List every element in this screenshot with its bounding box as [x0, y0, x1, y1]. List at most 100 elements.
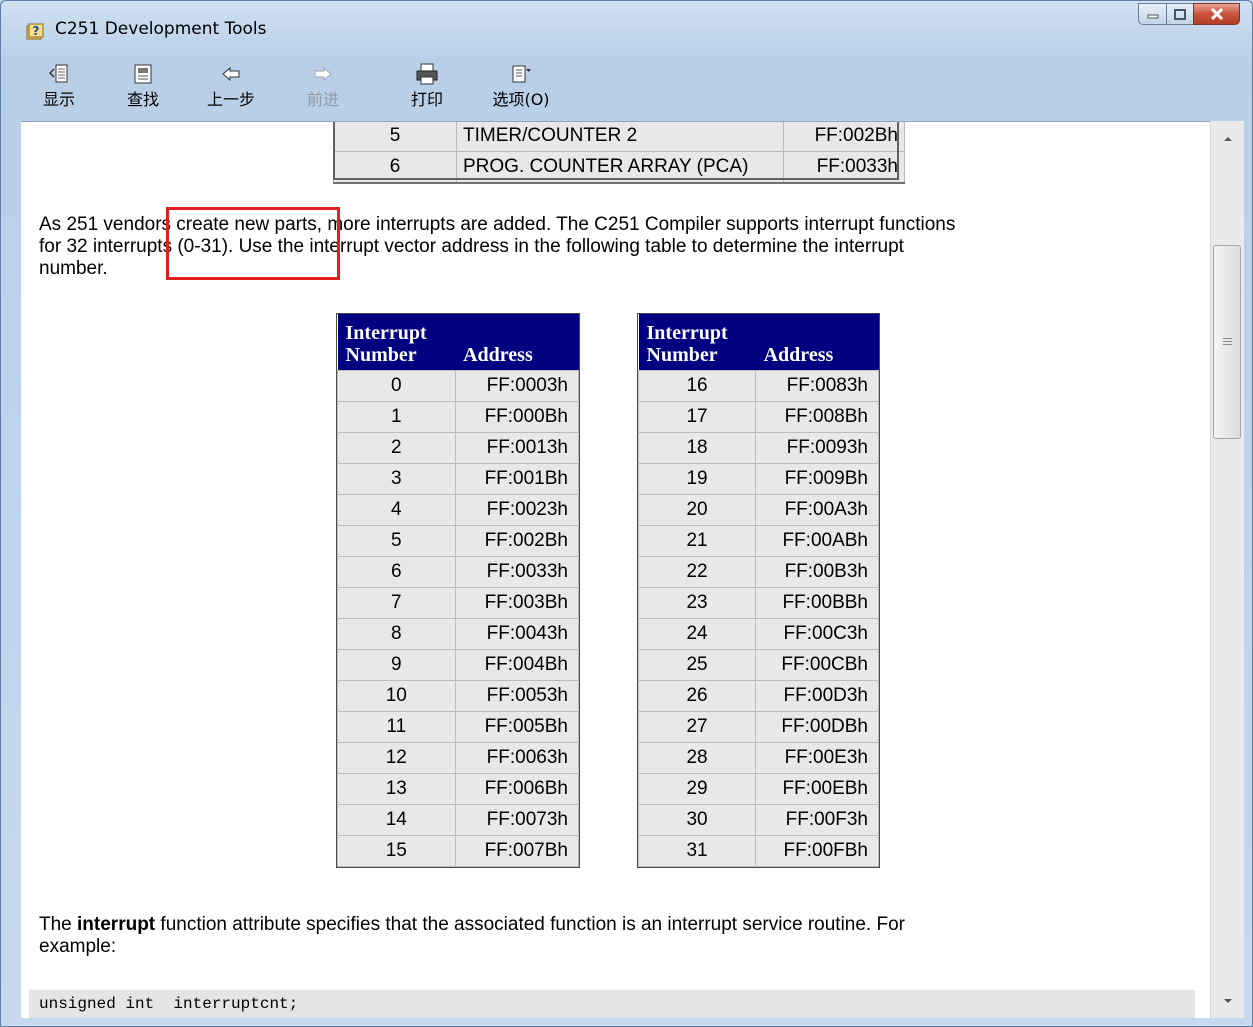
vector-address-cell: FF:00F3h [755, 804, 879, 836]
scroll-up-arrow-icon[interactable] [1223, 135, 1233, 143]
table-row: 30 FF:00F3h [637, 804, 879, 836]
interrupt-number-cell: 9 [337, 649, 456, 681]
table-row: 19 FF:009Bh [637, 463, 879, 495]
interrupt-number-cell: 30 [637, 804, 757, 836]
close-button[interactable] [1193, 3, 1240, 25]
toolbar-back-button[interactable]: 上一步 [201, 59, 261, 121]
table-row: 29 FF:00EBh [637, 773, 879, 805]
interrupt-number-cell: 25 [637, 649, 757, 681]
table-row: 9 FF:004Bh [337, 649, 580, 681]
interrupt-number-cell: 3 [337, 463, 456, 495]
table-row: 18 FF:0093h [637, 432, 879, 464]
vector-address-cell: FF:0073h [454, 804, 580, 836]
table-row: 6 FF:0033h [337, 556, 580, 588]
toolbar: 显示 查找 上一步 前进 打印 选项(O) [29, 59, 1252, 121]
vector-address-cell: FF:008Bh [755, 401, 879, 433]
table-row: 5 FF:002Bh [337, 525, 580, 557]
interrupt-number-cell: 2 [337, 432, 456, 464]
interrupt-number-cell: 16 [637, 370, 757, 402]
minimize-button[interactable] [1138, 3, 1166, 25]
vector-address-cell: FF:0033h [454, 556, 580, 588]
vector-address-cell: FF:0053h [454, 680, 580, 712]
table-row: 6 PROG. COUNTER ARRAY (PCA) FF:0033h [333, 151, 905, 184]
vector-address-cell: FF:00CBh [755, 649, 879, 681]
interrupt-number-cell: 17 [637, 401, 757, 433]
maximize-button[interactable] [1166, 3, 1193, 25]
toolbar-label: 显示 [42, 90, 75, 109]
table-row: 17 FF:008Bh [637, 401, 879, 433]
table-row: 5 TIMER/COUNTER 2 FF:002Bh [333, 122, 905, 152]
close-icon [1210, 8, 1223, 20]
toolbar-label: 查找 [126, 90, 159, 109]
vector-address-cell: FF:00C3h [755, 618, 879, 650]
vector-address-cell: FF:00B3h [755, 556, 879, 588]
table-header-row: Interrupt Number Address [638, 314, 879, 371]
toolbar-options-button[interactable]: 选项(O) [485, 59, 557, 121]
interrupt-number-cell: 31 [637, 835, 757, 867]
options-icon [512, 65, 531, 83]
vector-address-cell: FF:0063h [454, 742, 580, 774]
column-header-address: Address [755, 314, 879, 371]
help-window: ? C251 Development Tools 显示 查找 上一步 前进 打印… [0, 0, 1253, 1027]
table-cell: FF:002Bh [783, 122, 905, 152]
table-row: 25 FF:00CBh [637, 649, 879, 681]
interrupt-number-cell: 18 [637, 432, 757, 464]
table-row: 3 FF:001Bh [337, 463, 580, 495]
vector-address-cell: FF:00E3h [755, 742, 879, 774]
interrupt-number-cell: 23 [637, 587, 757, 619]
interrupt-number-cell: 1 [337, 401, 456, 433]
keyword-interrupt: interrupt [77, 914, 156, 935]
table-row: 7 FF:003Bh [337, 587, 580, 619]
column-header-address: Address [455, 314, 579, 371]
toolbar-label: 前进 [306, 90, 339, 109]
vector-address-cell: FF:0093h [755, 432, 879, 464]
vector-address-cell: FF:005Bh [454, 711, 580, 743]
table-row: 31 FF:00FBh [637, 835, 879, 867]
scroll-down-arrow-icon[interactable] [1223, 997, 1233, 1005]
column-header-number: Interrupt Number [337, 314, 456, 371]
interrupt-number-cell: 7 [337, 587, 456, 619]
toolbar-find-button[interactable]: 查找 [113, 59, 173, 121]
interrupt-number-cell: 15 [337, 835, 456, 867]
window-controls [1138, 3, 1240, 27]
title-bar[interactable]: ? C251 Development Tools [1, 1, 1252, 59]
vector-address-cell: FF:00ABh [755, 525, 879, 557]
table-row: 8 FF:0043h [337, 618, 580, 650]
table-row: 15 FF:007Bh [337, 835, 580, 867]
interrupt-number-cell: 12 [337, 742, 456, 774]
svg-text:?: ? [33, 24, 40, 38]
vector-address-cell: FF:007Bh [454, 835, 580, 867]
column-header-number: Interrupt Number [638, 314, 756, 371]
vector-address-cell: FF:002Bh [454, 525, 580, 557]
table-row: 23 FF:00BBh [637, 587, 879, 619]
table-cell: 5 [333, 122, 457, 152]
toolbar-show-button[interactable]: 显示 [29, 59, 89, 121]
table-header-row: Interrupt Number Address [337, 314, 579, 371]
interrupt-table-right: Interrupt Number Address 16 FF:0083h 17 FF:0… [637, 313, 880, 868]
interrupt-number-cell: 19 [637, 463, 757, 495]
interrupt-number-cell: 4 [337, 494, 456, 526]
table-row: 14 FF:0073h [337, 804, 580, 836]
paragraph-line: number. [39, 258, 108, 279]
interrupt-number-cell: 0 [337, 370, 456, 402]
toolbar-print-button[interactable]: 打印 [397, 59, 457, 121]
interrupt-number-cell: 29 [637, 773, 757, 805]
highlight-annotation-box [166, 207, 340, 280]
vector-address-cell: FF:00D3h [755, 680, 879, 712]
vector-address-cell: FF:00FBh [755, 835, 879, 867]
vertical-scrollbar[interactable] [1210, 121, 1244, 1018]
vector-address-cell: FF:00BBh [755, 587, 879, 619]
table-cell: PROG. COUNTER ARRAY (PCA) [456, 151, 784, 184]
table-row: 26 FF:00D3h [637, 680, 879, 712]
toolbar-forward-button[interactable]: 前进 [293, 59, 353, 121]
table-row: 24 FF:00C3h [637, 618, 879, 650]
previous-interrupt-table: 5 TIMER/COUNTER 2 FF:002Bh 6 PROG. COUNT… [333, 122, 905, 184]
table-row: 2 FF:0013h [337, 432, 580, 464]
vector-address-cell: FF:003Bh [454, 587, 580, 619]
table-row: 13 FF:006Bh [337, 773, 580, 805]
interrupt-number-cell: 26 [637, 680, 757, 712]
help-content-pane[interactable]: 5 TIMER/COUNTER 2 FF:002Bh 6 PROG. COUNT… [21, 121, 1210, 1019]
grip-icon [1223, 338, 1232, 347]
toolbar-label: 上一步 [206, 90, 255, 109]
scrollbar-thumb[interactable] [1213, 245, 1241, 439]
